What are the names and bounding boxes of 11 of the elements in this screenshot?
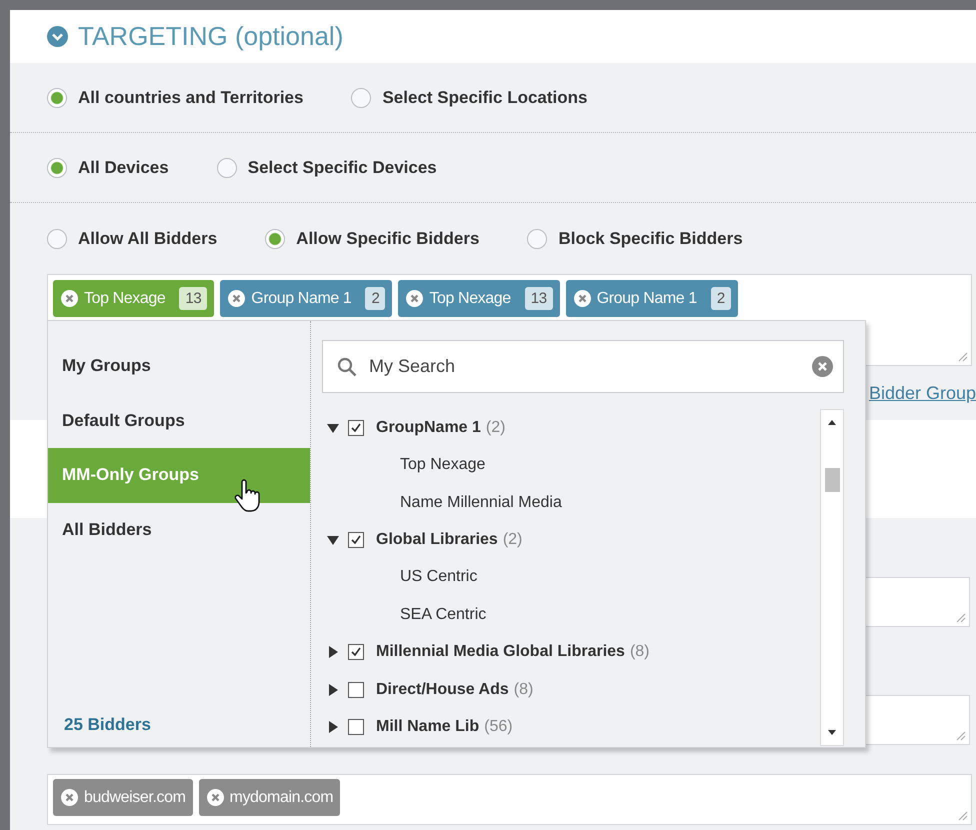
count-badge: 13 [179, 287, 208, 310]
group-count: (8) [514, 680, 534, 699]
count-badge: 13 [524, 287, 553, 310]
section-title: TARGETING (optional) [78, 21, 344, 52]
count-badge: 2 [365, 287, 386, 310]
group-count: (2) [502, 531, 522, 550]
count-badge: 2 [710, 287, 731, 310]
bidder-count: 25 Bidders [64, 715, 152, 735]
group-count: (8) [630, 643, 650, 662]
group-count: (2) [486, 418, 506, 437]
group-count: (56) [484, 718, 513, 736]
